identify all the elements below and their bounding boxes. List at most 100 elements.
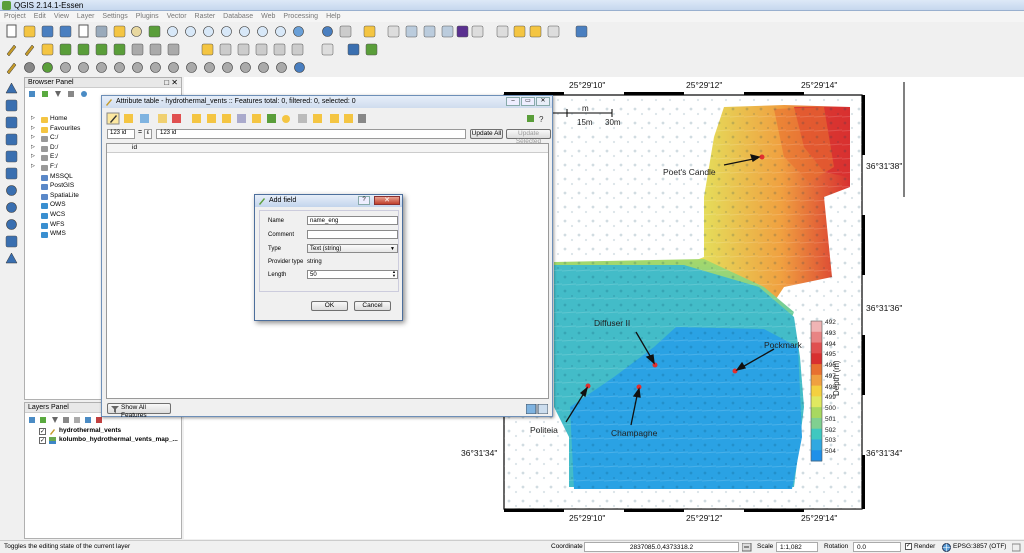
label-pin-icon[interactable] [218, 42, 233, 57]
rotate-point-symbols-icon[interactable] [292, 60, 307, 75]
add-wms-icon[interactable] [4, 183, 19, 198]
pan-icon[interactable] [129, 24, 144, 39]
help-button[interactable]: ? [358, 196, 370, 205]
name-input[interactable]: name_eng [307, 216, 398, 225]
undo-icon[interactable] [40, 60, 55, 75]
column-header-id[interactable]: id [107, 144, 548, 153]
expand-arrow-icon[interactable]: ▷ [31, 163, 35, 169]
expression-input[interactable]: 123 id [156, 129, 466, 139]
browser-tools-icons[interactable] [28, 90, 88, 98]
spin-arrows-icon[interactable]: ▲ ▼ [392, 270, 396, 278]
simplify-icon[interactable] [94, 60, 109, 75]
delete-selected-icon[interactable] [112, 42, 127, 57]
new-print-composer-icon[interactable] [76, 24, 91, 39]
new-shapefile-icon[interactable] [4, 251, 19, 266]
menu-web[interactable]: Web [257, 12, 279, 21]
menu-raster[interactable]: Raster [191, 12, 220, 21]
menu-plugins[interactable]: Plugins [132, 12, 163, 21]
crs-label[interactable]: EPSG:3857 (OTF) [953, 543, 1006, 550]
save-edits-icon[interactable] [40, 42, 55, 57]
cancel-button[interactable]: Cancel [354, 301, 391, 311]
redo-icon[interactable] [58, 60, 73, 75]
composer-manager-icon[interactable] [94, 24, 109, 39]
print-icon[interactable] [112, 24, 127, 39]
label-move-icon[interactable] [254, 42, 269, 57]
add-oracle-icon[interactable] [4, 166, 19, 181]
type-select[interactable]: Text (string) ▼ [307, 244, 398, 253]
offset-curve-icon[interactable] [220, 60, 235, 75]
sum-icon[interactable] [455, 24, 470, 39]
zoom-full-icon[interactable] [201, 24, 216, 39]
refresh-icon[interactable] [291, 24, 306, 39]
statistics-icon[interactable] [440, 24, 455, 39]
zoom-selection-icon[interactable] [237, 24, 252, 39]
merge-features-icon[interactable] [274, 60, 289, 75]
close-button[interactable]: ✕ [374, 196, 400, 205]
zoom-in-icon[interactable] [165, 24, 180, 39]
layer-item-vents[interactable]: ✓ hydrothermal_vents [25, 427, 181, 436]
add-vector-layer-icon[interactable] [4, 81, 19, 96]
fill-ring-icon[interactable] [148, 60, 163, 75]
help-icon[interactable] [574, 24, 589, 39]
label-rotate-icon[interactable] [272, 42, 287, 57]
zoom-out-icon[interactable] [183, 24, 198, 39]
menu-database[interactable]: Database [219, 12, 257, 21]
zoom-layer-icon[interactable] [219, 24, 234, 39]
menu-processing[interactable]: Processing [279, 12, 322, 21]
dock-help-icons[interactable]: ? [526, 113, 546, 124]
open-project-icon[interactable] [22, 24, 37, 39]
menu-layer[interactable]: Layer [73, 12, 99, 21]
menu-settings[interactable]: Settings [98, 12, 131, 21]
label-tool-icon[interactable] [200, 42, 215, 57]
add-wcs-icon[interactable] [4, 200, 19, 215]
maximize-button[interactable]: ▭ [521, 97, 535, 106]
move-feature-icon[interactable] [76, 42, 91, 57]
add-raster-layer-icon[interactable] [4, 98, 19, 113]
save-icon[interactable] [40, 24, 55, 39]
add-mssql-icon[interactable] [4, 149, 19, 164]
view-mode-icons[interactable] [526, 404, 548, 414]
identify-icon[interactable] [320, 24, 335, 39]
split-parts-icon[interactable] [256, 60, 271, 75]
zoom-next-icon[interactable] [273, 24, 288, 39]
layer-item-raster[interactable]: ✓ kolumbo_hydrothermal_vents_map_... [25, 436, 181, 445]
update-all-button[interactable]: Update All [470, 129, 503, 139]
zoom-last-icon[interactable] [255, 24, 270, 39]
label-show-hide-icon[interactable] [236, 42, 251, 57]
expand-arrow-icon[interactable]: ▷ [31, 125, 35, 131]
show-bookmarks-icon[interactable] [528, 24, 543, 39]
split-features-icon[interactable] [238, 60, 253, 75]
select-icon[interactable] [362, 24, 377, 39]
expand-arrow-icon[interactable]: ▷ [31, 134, 35, 140]
rotation-field[interactable]: 0.0 [853, 542, 901, 552]
copy-features-icon[interactable] [148, 42, 163, 57]
add-wfs-icon[interactable] [4, 217, 19, 232]
add-feature-icon[interactable] [58, 42, 73, 57]
panel-float-close-icons[interactable]: □ ✕ [164, 78, 178, 87]
menu-project[interactable]: Project [0, 12, 30, 21]
deselect-icon[interactable] [386, 24, 401, 39]
python-console-icon[interactable] [346, 42, 361, 57]
layer-visibility-checkbox[interactable]: ✓ [39, 428, 46, 435]
layer-visibility-checkbox[interactable]: ✓ [39, 437, 46, 444]
coordinate-field[interactable]: 2837085.0,4373318.2 [584, 542, 739, 552]
paste-features-icon[interactable] [166, 42, 181, 57]
label-change-icon[interactable] [290, 42, 305, 57]
length-spinbox[interactable]: 50 ▲ ▼ [307, 270, 398, 279]
minimize-button[interactable]: – [506, 97, 520, 106]
add-ring-icon[interactable] [112, 60, 127, 75]
plugin-icon[interactable] [364, 42, 379, 57]
rotate-feature-icon[interactable] [76, 60, 91, 75]
add-spatialite-icon[interactable] [4, 132, 19, 147]
digitize-pencil-icon[interactable] [4, 42, 19, 57]
close-button[interactable]: ✕ [536, 97, 550, 106]
bookmark-icon[interactable] [512, 24, 527, 39]
show-all-features-button[interactable]: Show All Features [107, 403, 171, 419]
advanced-digitize-icon[interactable] [4, 60, 19, 75]
attribute-toolbar-icons[interactable] [106, 112, 366, 125]
save-as-icon[interactable] [58, 24, 73, 39]
select-features-icon[interactable] [338, 24, 353, 39]
add-delimited-text-icon[interactable] [4, 234, 19, 249]
field-calculator-icon[interactable] [422, 24, 437, 39]
measure-icon[interactable] [470, 24, 485, 39]
